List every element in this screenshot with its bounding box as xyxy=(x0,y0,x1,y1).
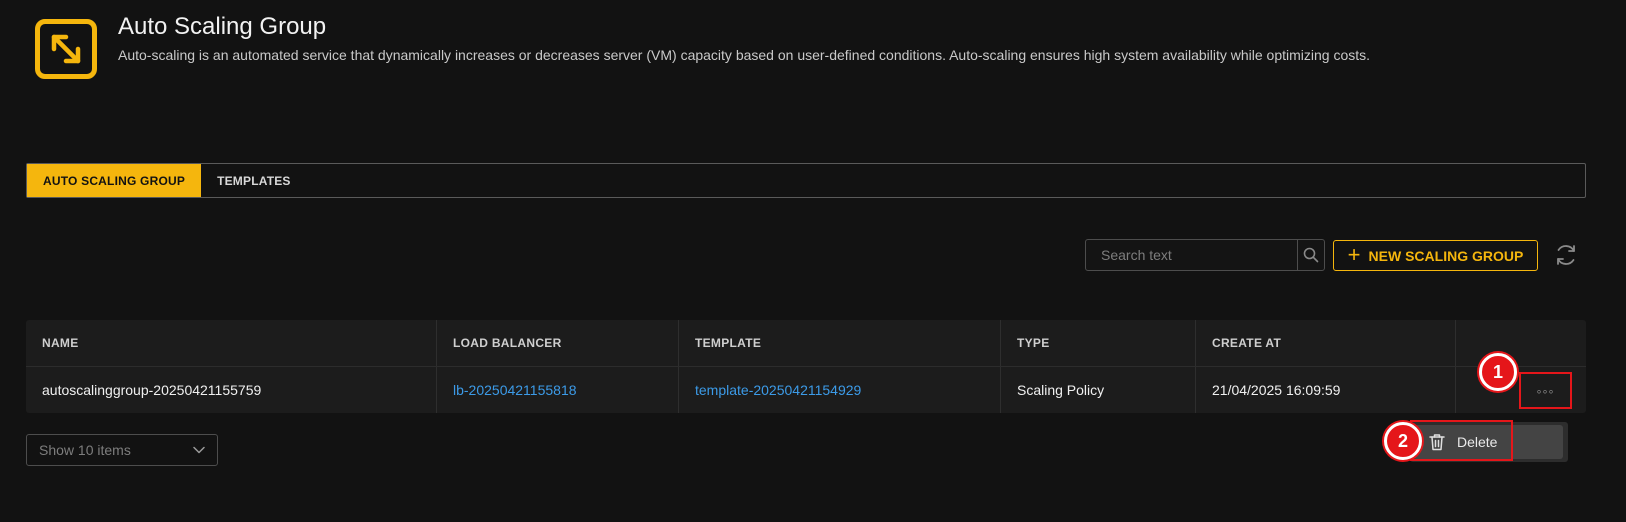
column-header-create-at[interactable]: CREATE AT xyxy=(1196,320,1456,366)
page-description: Auto-scaling is an automated service tha… xyxy=(118,47,1371,63)
cell-created-at: 21/04/2025 16:09:59 xyxy=(1196,367,1456,413)
delete-label: Delete xyxy=(1457,434,1498,450)
search-icon xyxy=(1303,247,1319,263)
column-header-name[interactable]: NAME xyxy=(26,320,437,366)
scaling-group-table: NAME LOAD BALANCER TEMPLATE TYPE CREATE … xyxy=(26,320,1586,413)
cell-template: template-20250421154929 xyxy=(679,367,1001,413)
delete-menu-item[interactable]: Delete xyxy=(1413,425,1563,459)
load-balancer-link[interactable]: lb-20250421155818 xyxy=(453,382,577,398)
page-title: Auto Scaling Group xyxy=(118,13,327,40)
plus-icon: + xyxy=(1347,241,1361,267)
page-size-select[interactable]: Show 10 items xyxy=(26,434,218,466)
table-row: autoscalinggroup-20250421155759 lb-20250… xyxy=(26,367,1586,413)
resize-arrows-icon xyxy=(35,19,97,79)
tab-bar: AUTO SCALING GROUP TEMPLATES xyxy=(26,163,1586,198)
tab-auto-scaling-group[interactable]: AUTO SCALING GROUP xyxy=(27,164,202,197)
new-scaling-group-button[interactable]: + NEW SCALING GROUP xyxy=(1333,240,1538,271)
refresh-button[interactable] xyxy=(1553,242,1579,268)
trash-icon xyxy=(1429,434,1445,451)
column-header-actions xyxy=(1456,320,1586,366)
cell-type: Scaling Policy xyxy=(1001,367,1196,413)
step-marker-1: 1 xyxy=(1479,353,1517,391)
step-marker-2: 2 xyxy=(1384,422,1422,460)
search-input[interactable] xyxy=(1086,240,1297,270)
cell-load-balancer: lb-20250421155818 xyxy=(437,367,679,413)
template-link[interactable]: template-20250421154929 xyxy=(695,382,861,398)
page: Auto Scaling Group Auto-scaling is an au… xyxy=(0,0,1626,522)
chevron-down-icon xyxy=(193,446,205,454)
column-header-template[interactable]: TEMPLATE xyxy=(679,320,1001,366)
search-button[interactable] xyxy=(1297,240,1324,270)
column-header-type[interactable]: TYPE xyxy=(1001,320,1196,366)
row-actions-menu: Delete xyxy=(1410,422,1568,462)
column-header-load-balancer[interactable]: LOAD BALANCER xyxy=(437,320,679,366)
table-header: NAME LOAD BALANCER TEMPLATE TYPE CREATE … xyxy=(26,320,1586,367)
new-scaling-group-label: NEW SCALING GROUP xyxy=(1368,247,1524,264)
search-box xyxy=(1085,239,1325,271)
refresh-icon xyxy=(1557,245,1575,265)
tab-templates[interactable]: TEMPLATES xyxy=(201,164,307,197)
cell-name: autoscalinggroup-20250421155759 xyxy=(26,367,437,413)
row-more-actions-button[interactable]: ◦◦◦ xyxy=(1519,372,1572,409)
page-size-label: Show 10 items xyxy=(39,442,131,458)
